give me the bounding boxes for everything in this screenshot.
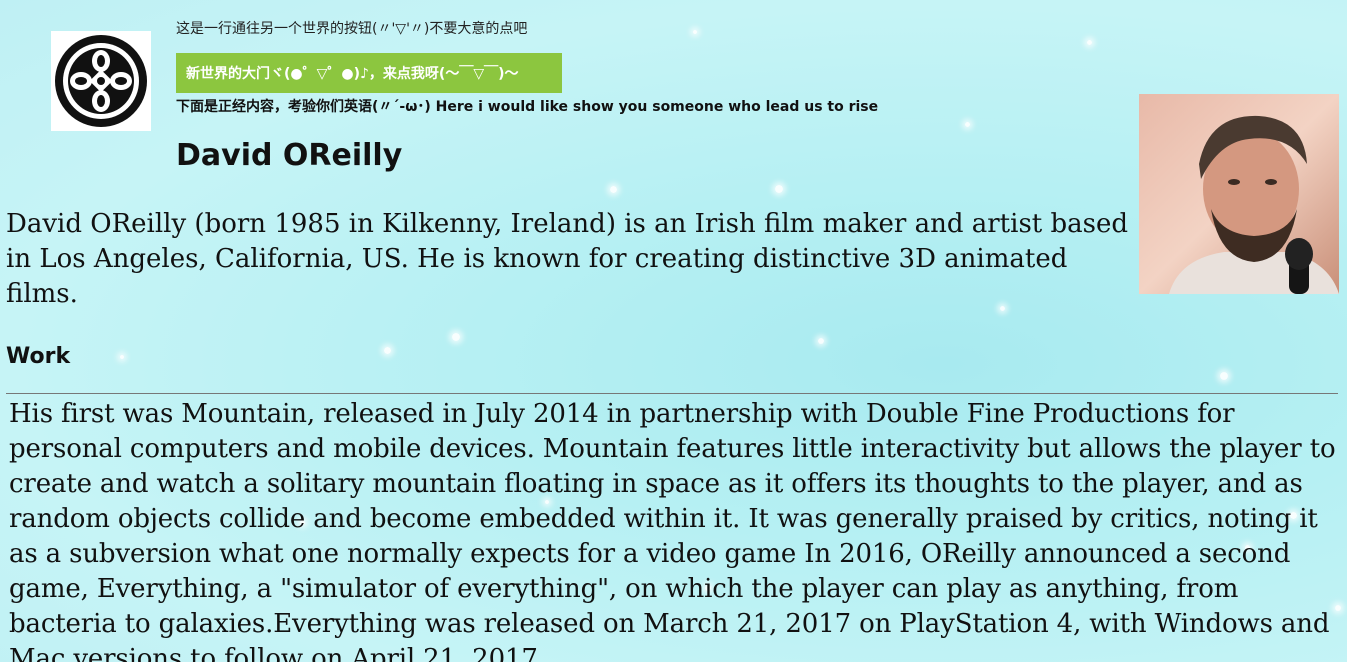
page-title: David OReilly (176, 138, 403, 173)
new-world-portal-button[interactable]: 新世界的大门ヾ(●゜▽゜●)♪，来点我呀(～￣▽￣)～ (176, 53, 562, 93)
intro-line: 下面是正经内容，考验你们英语(〃´-ω･) Here i would like … (176, 99, 879, 115)
bio-paragraph: David OReilly (born 1985 in Kilkenny, Ir… (6, 209, 1129, 309)
work-paragraph: His first was Mountain, released in July… (9, 399, 1336, 662)
section-divider (6, 393, 1338, 394)
family-crest-logo (51, 31, 151, 131)
david-oreilly-portrait (1139, 94, 1339, 294)
work-heading: Work (6, 344, 71, 369)
portal-hint-text: 这是一行通往另一个世界的按钮(〃'▽'〃)不要大意的点吧 (176, 21, 528, 37)
